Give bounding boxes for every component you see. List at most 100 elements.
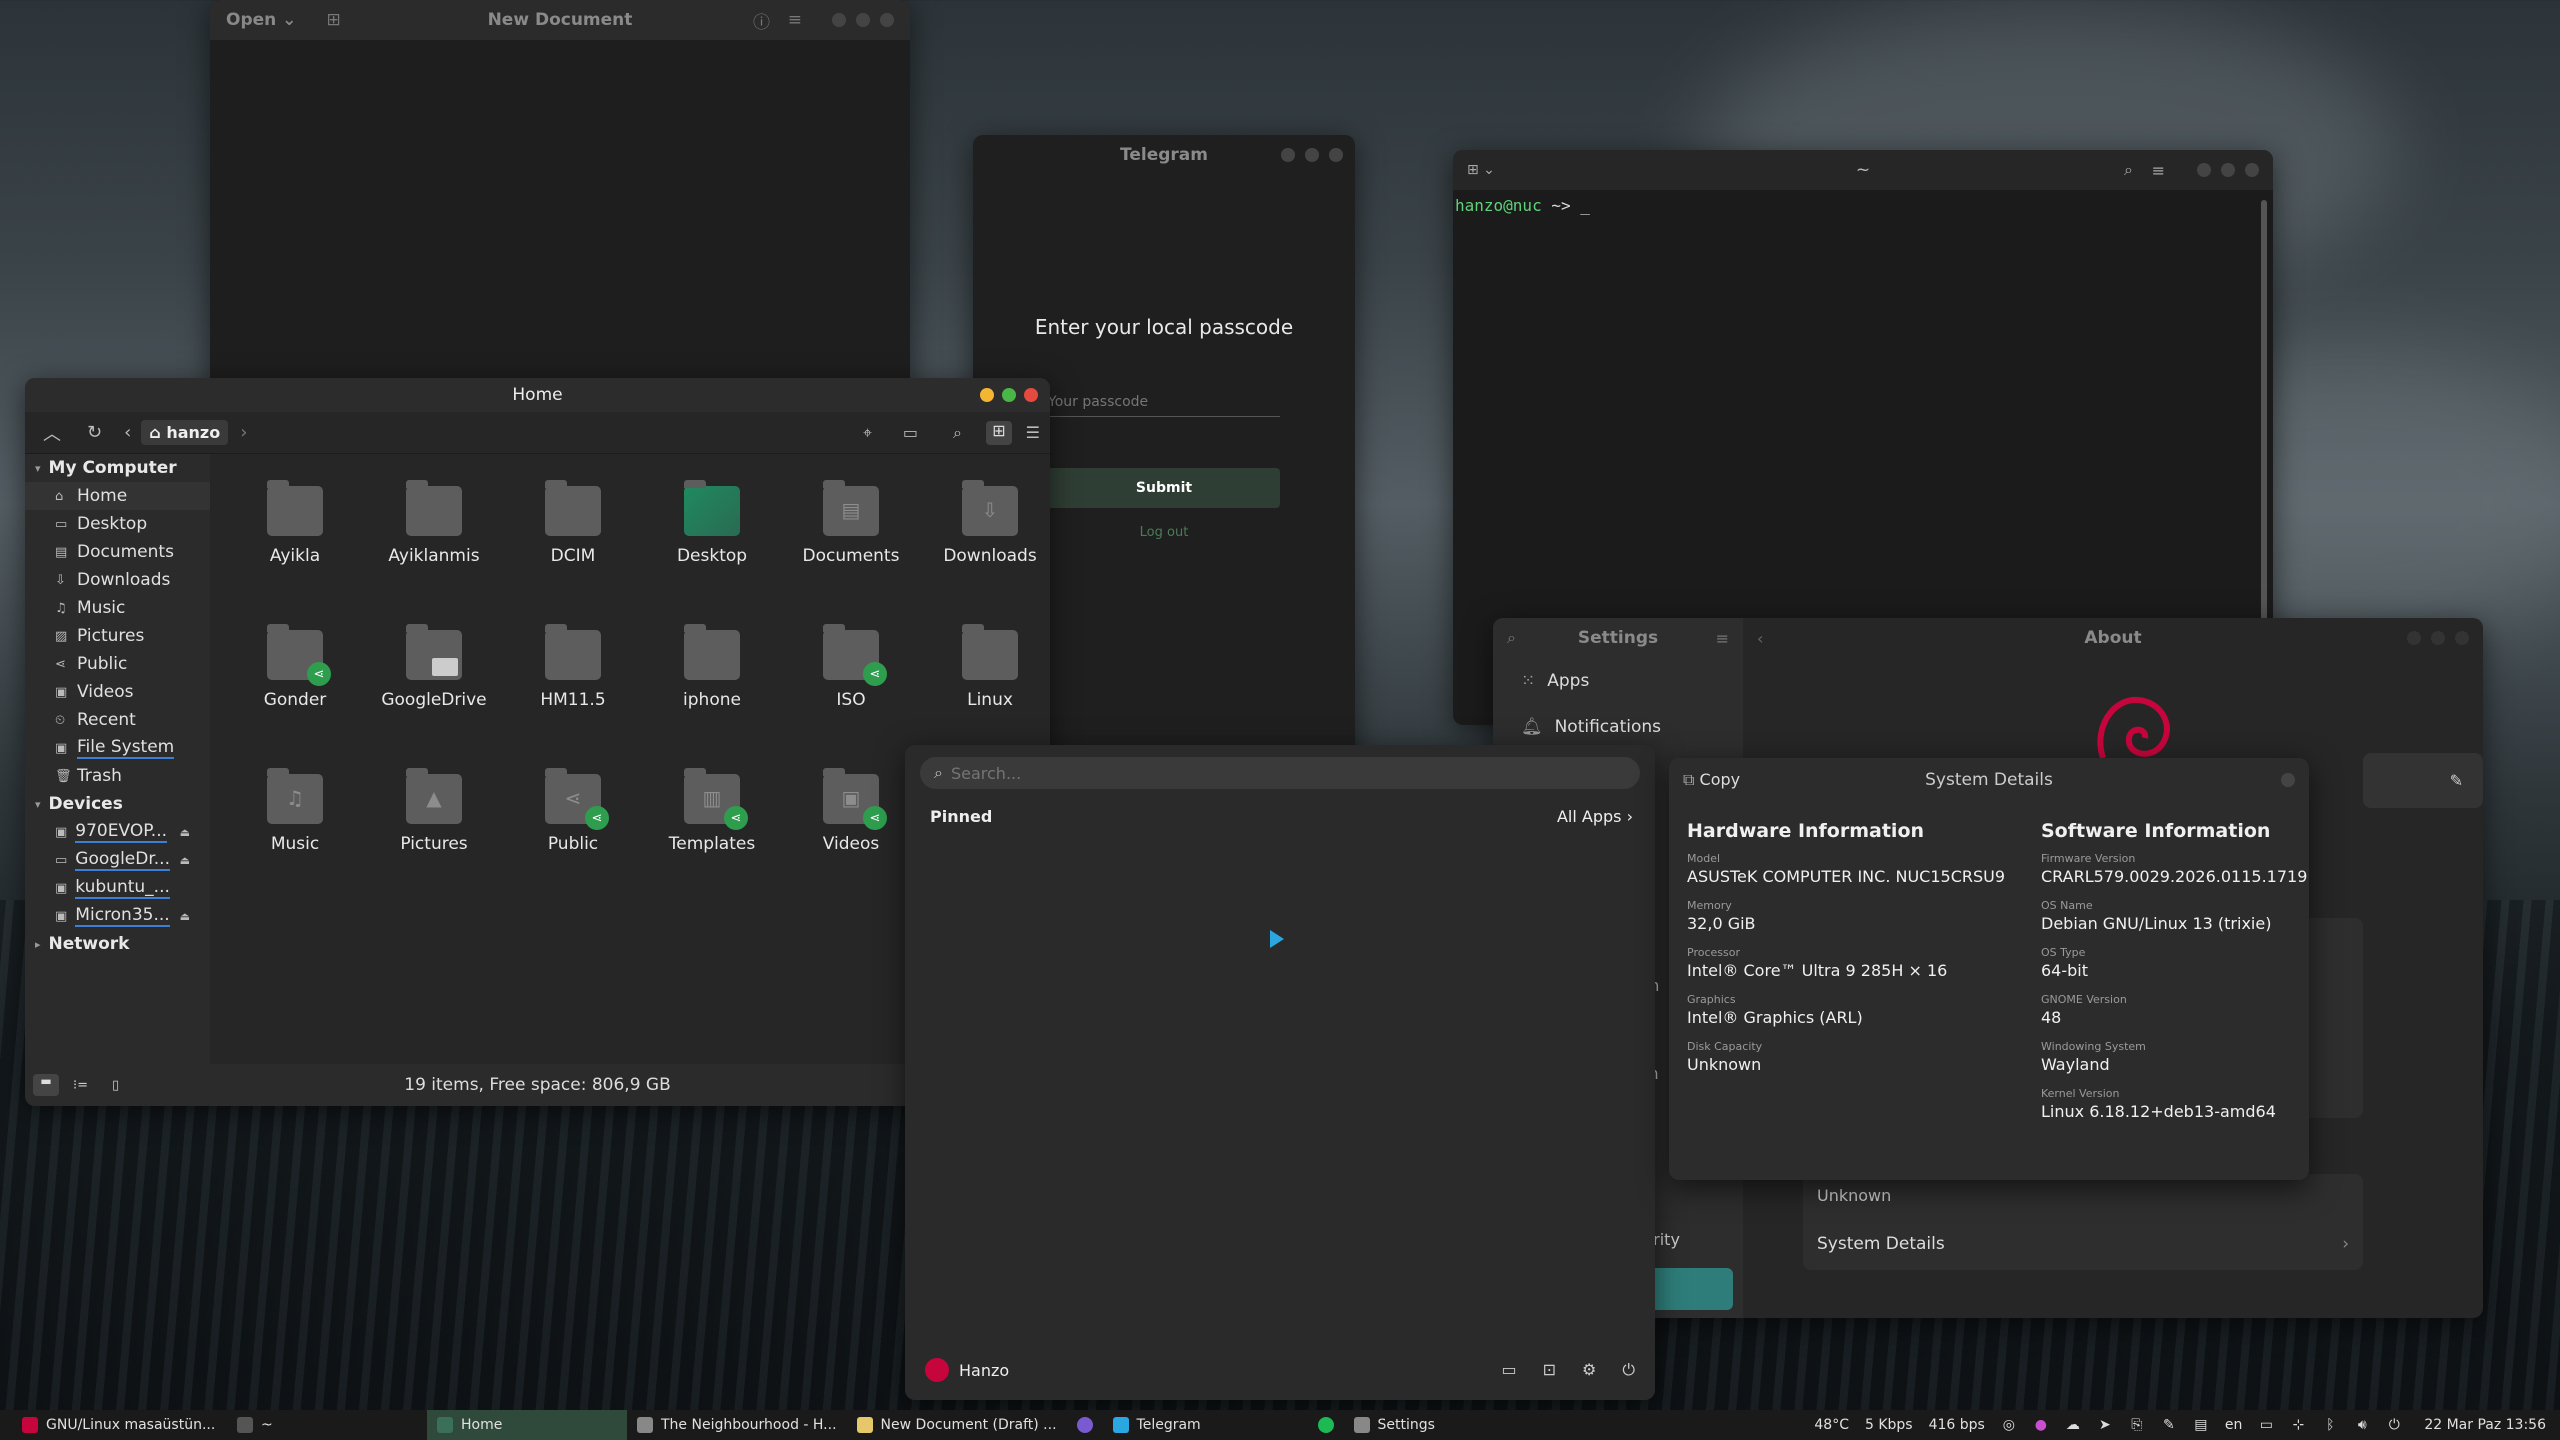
back-icon[interactable]: ‹ bbox=[124, 422, 131, 443]
passcode-input[interactable] bbox=[1048, 387, 1280, 417]
sidebar-item-documents[interactable]: ▤ Documents bbox=[25, 538, 210, 566]
user-name[interactable]: Hanzo bbox=[959, 1361, 1009, 1380]
folder-item[interactable]: ⋖ ISO bbox=[786, 624, 916, 710]
folder-item[interactable]: Ayiklanmis bbox=[369, 480, 499, 566]
eject-icon[interactable]: ⏏ bbox=[180, 854, 190, 867]
taskbar-item[interactable]: Telegram bbox=[1103, 1410, 1308, 1440]
volume-icon[interactable]: 🔊︎ bbox=[2354, 1417, 2370, 1433]
maximize-button[interactable] bbox=[1002, 388, 1016, 402]
gear-icon[interactable]: ⚙ bbox=[1582, 1360, 1596, 1380]
minimize-button[interactable] bbox=[832, 13, 846, 27]
folder-item[interactable]: ▲ Pictures bbox=[369, 768, 499, 854]
folder-item[interactable]: GoogleDrive bbox=[369, 624, 499, 710]
settings-item-apps[interactable]: ⁙ Apps bbox=[1493, 658, 1743, 704]
start-menu-icon[interactable] bbox=[0, 1410, 12, 1440]
menu-icon[interactable]: ≡ bbox=[2152, 161, 2165, 180]
my-computer-header[interactable]: ▾ My Computer bbox=[25, 454, 210, 482]
folder-item[interactable]: ▣ ⋖ Videos bbox=[786, 768, 916, 854]
folder-item[interactable]: ♫ Music bbox=[230, 768, 360, 854]
taskbar-item[interactable]: ~ bbox=[227, 1410, 427, 1440]
taskbar-item[interactable]: The Neighbourhood - H... bbox=[627, 1410, 847, 1440]
places-toggle-icon[interactable]: ▬ bbox=[33, 1074, 59, 1096]
maximize-button[interactable] bbox=[2221, 163, 2235, 177]
info-icon[interactable]: ⓘ bbox=[753, 8, 770, 33]
list-view-icon[interactable]: ☰ bbox=[1026, 423, 1040, 442]
sidebar-toggle-icon[interactable]: ▯ bbox=[112, 1078, 119, 1093]
taskbar-item[interactable]: Settings bbox=[1344, 1410, 1445, 1440]
minimize-button[interactable] bbox=[980, 388, 994, 402]
folder-item[interactable]: ⇩ Downloads bbox=[925, 480, 1050, 566]
folder-item[interactable]: ▤ Documents bbox=[786, 480, 916, 566]
menu-icon[interactable]: ≡ bbox=[1716, 629, 1729, 648]
sidebar-device[interactable]: ▭ GoogleDr... ⏏ bbox=[25, 846, 210, 874]
spotify-icon[interactable] bbox=[1308, 1410, 1344, 1440]
folder-item[interactable]: DCIM bbox=[508, 480, 638, 566]
close-button[interactable] bbox=[1329, 148, 1343, 162]
folder-item[interactable]: ▥ ⋖ Templates bbox=[647, 768, 777, 854]
maximize-button[interactable] bbox=[856, 13, 870, 27]
sidebar-device[interactable]: ▣kubuntu_...⏏ bbox=[25, 874, 210, 902]
sidebar-item-trash[interactable]: 🗑︎ Trash bbox=[25, 762, 210, 790]
forward-icon[interactable]: › bbox=[240, 422, 247, 443]
folder-icon[interactable]: ▭ bbox=[1501, 1360, 1516, 1380]
bluetooth-icon[interactable]: ᛒ bbox=[2322, 1417, 2338, 1433]
telegram-tray-icon[interactable]: ➤ bbox=[2097, 1417, 2113, 1433]
sidebar-item-home[interactable]: ⌂ Home bbox=[25, 482, 210, 510]
notes-icon[interactable]: ▤ bbox=[2193, 1417, 2209, 1433]
sidebar-item-desktop[interactable]: ▭ Desktop bbox=[25, 510, 210, 538]
launcher-search[interactable]: ⌕ bbox=[920, 757, 1640, 789]
up-icon[interactable]: ︿ bbox=[43, 420, 61, 446]
minimize-button[interactable] bbox=[2407, 631, 2421, 645]
submit-button[interactable]: Submit bbox=[1048, 468, 1280, 508]
clipboard-icon[interactable]: ⎘ bbox=[2129, 1417, 2145, 1433]
steam-icon[interactable]: ◎ bbox=[2001, 1417, 2017, 1433]
devices-header[interactable]: ▾ Devices bbox=[25, 790, 210, 818]
terminal-icon[interactable]: ⊡ bbox=[1543, 1360, 1556, 1380]
taskbar-item[interactable]: Home bbox=[427, 1410, 627, 1440]
sidebar-item-music[interactable]: ♫ Music bbox=[25, 594, 210, 622]
search-icon[interactable]: ⌕ bbox=[953, 423, 962, 443]
all-apps-button[interactable]: All Apps › bbox=[1557, 807, 1633, 826]
location-icon[interactable]: ⌖ bbox=[863, 423, 872, 443]
settings-selected-item[interactable] bbox=[1643, 1268, 1733, 1310]
eject-icon[interactable]: ⏏ bbox=[180, 826, 190, 839]
close-button[interactable] bbox=[1024, 388, 1038, 402]
network-icon[interactable]: ⊹ bbox=[2290, 1417, 2306, 1433]
app-icon[interactable] bbox=[1067, 1410, 1103, 1440]
search-icon[interactable]: ⌕ bbox=[2124, 160, 2133, 180]
maximize-button[interactable] bbox=[1305, 148, 1319, 162]
folder-item[interactable]: iphone bbox=[647, 624, 777, 710]
taskbar-item[interactable]: GNU/Linux masaüstün... bbox=[12, 1410, 227, 1440]
folder-item[interactable]: Desktop bbox=[647, 480, 777, 566]
user-avatar[interactable] bbox=[925, 1358, 949, 1382]
pen-icon[interactable]: ✎ bbox=[2161, 1417, 2177, 1433]
terminal-icon[interactable]: ▭ bbox=[903, 423, 918, 442]
power-icon[interactable]: ⏻ bbox=[1622, 1360, 1635, 1380]
clock[interactable]: 22 Mar Paz 13:56 bbox=[2424, 1417, 2546, 1433]
settings-item-notifications[interactable]: 🔔︎ Notifications bbox=[1493, 704, 1743, 750]
grid-view-icon[interactable]: ⊞ bbox=[986, 420, 1012, 445]
edit-icon[interactable]: ✎ bbox=[2363, 753, 2483, 808]
close-button[interactable] bbox=[2455, 631, 2469, 645]
app-indicator-icon[interactable]: ● bbox=[2033, 1417, 2049, 1433]
close-button[interactable] bbox=[880, 13, 894, 27]
keyboard-layout[interactable]: en bbox=[2225, 1417, 2243, 1433]
tree-toggle-icon[interactable]: ⁝= bbox=[73, 1078, 88, 1093]
close-button[interactable] bbox=[2281, 773, 2295, 787]
close-button[interactable] bbox=[2245, 163, 2259, 177]
sidebar-item-public[interactable]: ⋖ Public bbox=[25, 650, 210, 678]
sidebar-item-downloads[interactable]: ⇩ Downloads bbox=[25, 566, 210, 594]
terminal-output[interactable]: hanzo@nuc ~> _ bbox=[1453, 190, 2273, 221]
open-button[interactable]: Open ⌄ bbox=[226, 10, 296, 30]
network-header[interactable]: ▸ Network bbox=[25, 930, 210, 958]
power-icon[interactable]: ⏻ bbox=[2386, 1417, 2402, 1433]
folder-item[interactable]: Linux bbox=[925, 624, 1050, 710]
sidebar-item-recent[interactable]: ⏲ Recent bbox=[25, 706, 210, 734]
reload-icon[interactable]: ↻ bbox=[87, 422, 102, 443]
sidebar-device[interactable]: ▣ 970EVOP... ⏏ bbox=[25, 818, 210, 846]
display-icon[interactable]: ▭ bbox=[2258, 1417, 2274, 1433]
taskbar-item[interactable]: New Document (Draft) ... bbox=[847, 1410, 1067, 1440]
folder-item[interactable]: ⋖ ⋖ Public bbox=[508, 768, 638, 854]
folder-item[interactable]: ⋖ Gonder bbox=[230, 624, 360, 710]
minimize-button[interactable] bbox=[2197, 163, 2211, 177]
